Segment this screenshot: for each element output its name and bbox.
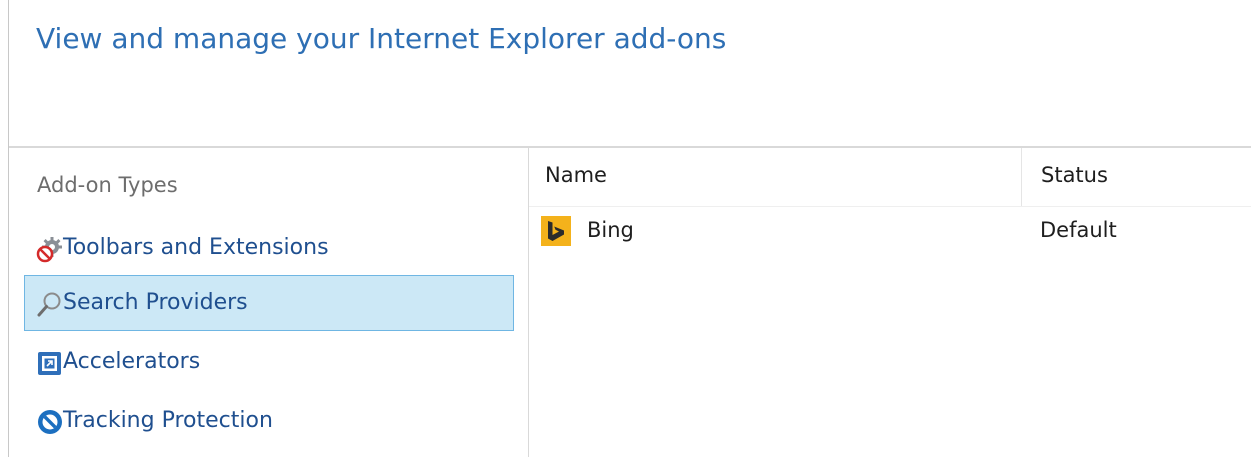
no-entry-icon	[36, 408, 64, 436]
sidebar-item-search-providers[interactable]: Search Providers	[24, 275, 514, 331]
addon-types-pane: Add-on Types Toolbars and Extensions Sea…	[9, 148, 528, 457]
addon-name: Bing	[587, 218, 634, 242]
column-header-status[interactable]: Status	[1021, 148, 1251, 206]
header-separator	[529, 206, 1251, 207]
page-title: View and manage your Internet Explorer a…	[36, 22, 727, 55]
sidebar-item-label: Accelerators	[63, 349, 201, 374]
addon-status: Default	[1040, 218, 1117, 242]
gear-icon	[36, 235, 64, 263]
magnifier-icon	[36, 290, 64, 318]
addon-types-label: Add-on Types	[37, 173, 178, 197]
sidebar-item-label: Toolbars and Extensions	[63, 235, 329, 260]
addons-list: Name Status Bing Default	[529, 148, 1251, 457]
sidebar-item-label: Search Providers	[63, 290, 248, 315]
add-ons-manager: View and manage your Internet Explorer a…	[0, 0, 1251, 457]
bing-icon	[541, 216, 571, 246]
table-row[interactable]: Bing Default	[529, 208, 1251, 256]
sidebar-item-toolbars-and-extensions[interactable]: Toolbars and Extensions	[24, 220, 514, 276]
sidebar-item-label: Tracking Protection	[63, 408, 273, 433]
sidebar-item-accelerators[interactable]: Accelerators	[24, 334, 514, 390]
header: View and manage your Internet Explorer a…	[9, 0, 1251, 146]
column-header-name[interactable]: Name	[529, 148, 1021, 206]
sidebar-item-tracking-protection[interactable]: Tracking Protection	[24, 393, 514, 449]
accelerator-icon	[36, 349, 64, 377]
